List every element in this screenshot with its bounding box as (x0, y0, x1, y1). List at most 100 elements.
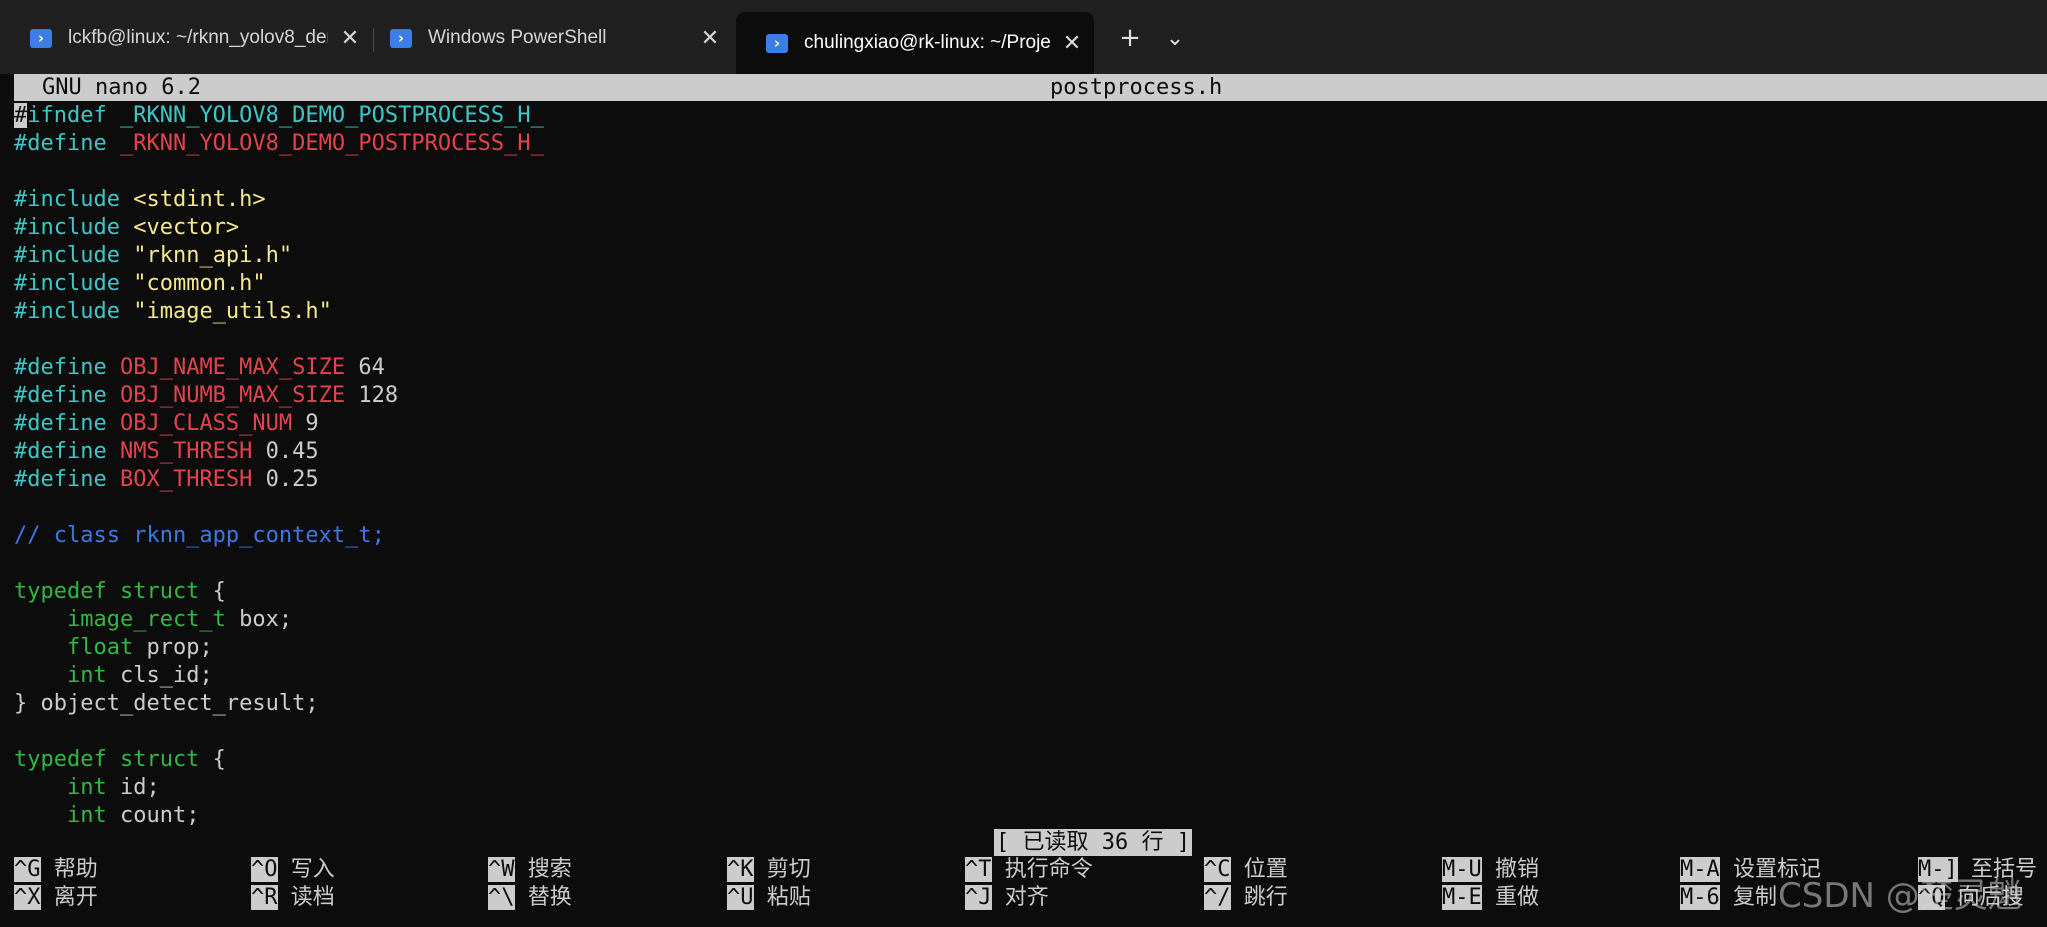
code-line: #include "common.h" (14, 270, 544, 298)
shortcut-label: 跳行 (1243, 885, 1288, 910)
code-token: 0.45 (252, 439, 319, 464)
code-line: // class rknn_app_context_t; (14, 522, 544, 550)
nano-filename: postprocess.h (1050, 75, 1223, 100)
shortcut-key: ^G (14, 857, 41, 882)
code-line: int count; (14, 802, 544, 830)
code-line: float prop; (14, 634, 544, 662)
shortcut-item: ^C 位置 (1204, 856, 1288, 884)
code-line: #define OBJ_NAME_MAX_SIZE 64 (14, 354, 544, 382)
editor-text-area[interactable]: #ifndef _RKNN_YOLOV8_DEMO_POSTPROCESS_H_… (14, 102, 544, 830)
tab-windows-powershell[interactable]: › Windows PowerShell ✕ (360, 12, 732, 64)
code-line: #ifndef _RKNN_YOLOV8_DEMO_POSTPROCESS_H_ (14, 102, 544, 130)
shortcut-key: M-E (1442, 885, 1482, 910)
code-token: <vector> (133, 215, 240, 240)
shortcut-item: ^G 帮助 (14, 856, 98, 884)
code-line: int cls_id; (14, 662, 544, 690)
code-line: } object_detect_result; (14, 690, 544, 718)
code-line: #include "image_utils.h" (14, 298, 544, 326)
code-line: image_rect_t box; (14, 606, 544, 634)
code-token: { (199, 747, 226, 772)
shortcut-item: M-E 重做 (1442, 884, 1539, 912)
code-token: 0.25 (252, 467, 319, 492)
code-token: box; (225, 607, 293, 632)
code-token: _RKNN_YOLOV8_DEMO_POSTPROCESS_H_ (119, 131, 544, 156)
code-token: _RKNN_YOLOV8_DEMO_POSTPROCESS_H_ (119, 103, 544, 128)
shortcut-key: ^J (965, 885, 992, 910)
shortcut-item: ^/ 跳行 (1204, 884, 1288, 912)
code-line: #include <vector> (14, 214, 544, 242)
code-token: #include (14, 187, 134, 212)
powershell-icon: › (766, 33, 788, 53)
code-token: <stdint.h> (133, 187, 266, 212)
code-token: OBJ_NAME_MAX_SIZE (119, 355, 346, 380)
tab-chulingxiao[interactable]: › chulingxiao@rk-linux: ~/Projects ✕ (736, 12, 1094, 74)
code-token: int (66, 775, 107, 800)
shortcut-key: ^U (727, 885, 754, 910)
shortcut-key: ^W (488, 857, 515, 882)
shortcut-key: ^C (1204, 857, 1231, 882)
code-line: typedef struct { (14, 746, 544, 774)
code-line: #define NMS_THRESH 0.45 (14, 438, 544, 466)
code-token: NMS_THRESH (119, 439, 253, 464)
tab-dropdown-button[interactable]: ⌄ (1155, 16, 1195, 60)
shortcut-label: 读档 (290, 885, 335, 910)
new-tab-button[interactable]: + (1110, 16, 1150, 60)
nano-shortcut-bar: ^G 帮助 ^X 离开 ^O 写入 ^R 读档 ^W 搜索 ^\ 替换 ^K 剪切 ^U 粘贴… (14, 856, 2047, 912)
shortcut-key: M-U (1442, 857, 1482, 882)
code-line: #define BOX_THRESH 0.25 (14, 466, 544, 494)
code-token: float (66, 635, 134, 660)
tab-lckfb[interactable]: › lckfb@linux: ~/rknn_yolov8_demo ✕ (0, 12, 372, 64)
tab-title: Windows PowerShell (428, 27, 607, 48)
code-token: prop; (133, 635, 213, 660)
shortcut-key: ^X (14, 885, 41, 910)
code-line: #include "rknn_api.h" (14, 242, 544, 270)
tab-bar: › lckfb@linux: ~/rknn_yolov8_demo ✕ › Wi… (0, 0, 2047, 74)
code-token: #include (14, 215, 134, 240)
code-token: #define (14, 131, 120, 156)
code-token: typedef struct (14, 579, 200, 604)
shortcut-item: ^K 剪切 (727, 856, 811, 884)
code-token: #include (14, 243, 134, 268)
code-token: { (199, 579, 226, 604)
code-line: int id; (14, 774, 544, 802)
shortcut-item: ^T 执行命令 (965, 856, 1093, 884)
shortcut-item: ^O 写入 (251, 856, 335, 884)
code-line: #define _RKNN_YOLOV8_DEMO_POSTPROCESS_H_ (14, 130, 544, 158)
code-token: BOX_THRESH (119, 467, 253, 492)
shortcut-key: ^/ (1204, 885, 1231, 910)
shortcut-item: M-6 复制 (1680, 884, 1777, 912)
code-token: OBJ_NUMB_MAX_SIZE (119, 383, 346, 408)
code-token: id; (106, 775, 160, 800)
code-token: ifndef (27, 103, 120, 128)
nano-status-message: [ 已读取 36 行 ] (994, 829, 1192, 856)
close-icon[interactable]: ✕ (688, 26, 732, 51)
shortcut-key: M-6 (1680, 885, 1720, 910)
shortcut-label: 重做 (1495, 885, 1540, 910)
shortcut-item: ^U 粘贴 (727, 884, 811, 912)
code-token: "common.h" (133, 271, 266, 296)
code-token: #include (14, 299, 134, 324)
code-token: cls_id; (106, 663, 213, 688)
code-token: #define (14, 411, 120, 436)
powershell-icon: › (30, 28, 52, 48)
shortcut-label: 撤销 (1495, 857, 1540, 882)
code-line: #define OBJ_NUMB_MAX_SIZE 128 (14, 382, 544, 410)
close-icon[interactable]: ✕ (1050, 31, 1094, 56)
shortcut-key: ^\ (488, 885, 515, 910)
shortcut-label: 对齐 (1004, 885, 1049, 910)
shortcut-label: 剪切 (766, 857, 811, 882)
code-token: "image_utils.h" (133, 299, 332, 324)
shortcut-key: ^T (965, 857, 992, 882)
code-token: #define (14, 383, 120, 408)
code-token: image_rect_t (66, 607, 226, 632)
shortcut-label: 搜索 (527, 857, 572, 882)
shortcut-item: ^R 读档 (251, 884, 335, 912)
